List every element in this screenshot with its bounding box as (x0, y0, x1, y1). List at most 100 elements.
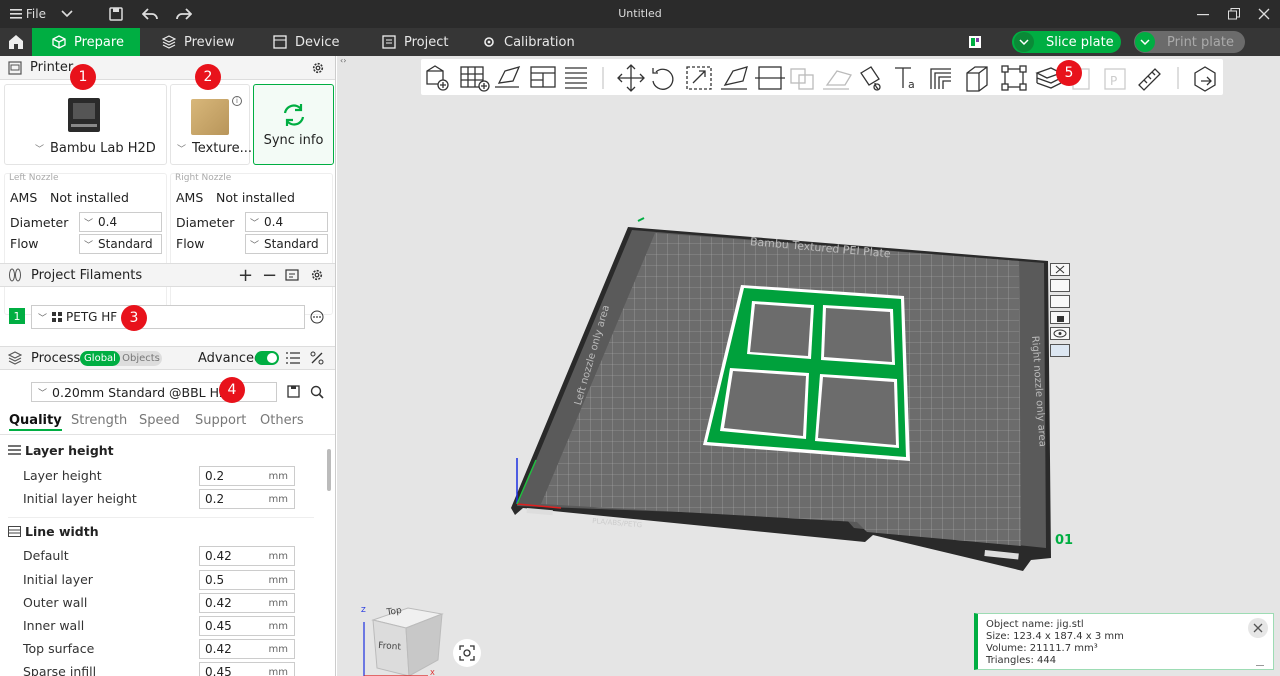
tab-support[interactable]: Support (195, 413, 246, 428)
plate-delete-icon[interactable] (1050, 263, 1070, 276)
left-diameter-label: Diameter (10, 215, 69, 230)
param-input-sparse-infill[interactable]: 0.45 mm (199, 662, 295, 676)
filament-sync-icon[interactable] (285, 268, 300, 282)
param-input-inner-wall[interactable]: 0.45 mm (199, 616, 295, 636)
tab-prepare-label: Prepare (74, 34, 124, 50)
minimize-button[interactable] (1193, 4, 1213, 24)
filament-spool-icon (9, 268, 21, 282)
filament-index-badge[interactable]: 1 (9, 308, 25, 324)
tab-quality[interactable]: Quality (9, 413, 62, 431)
undo-icon (142, 8, 158, 20)
param-label: Layer height (23, 468, 102, 483)
plate-lock-icon[interactable] (1050, 311, 1070, 324)
global-option[interactable]: Global (80, 350, 120, 366)
list-view-icon[interactable] (286, 352, 300, 364)
chevron-down-icon: ﹀ (250, 240, 260, 251)
view-cube[interactable]: Top Front Z X (351, 576, 461, 676)
save-button[interactable] (106, 4, 126, 24)
search-icon[interactable] (310, 385, 324, 399)
tab-calibration[interactable]: Calibration (462, 28, 582, 56)
slice-dropdown-chevron[interactable] (1014, 32, 1034, 52)
param-label: Initial layer height (23, 491, 137, 506)
printer-settings-gear-icon[interactable] (311, 61, 325, 75)
tab-prepare[interactable]: Prepare (32, 28, 140, 56)
tab-speed[interactable]: Speed (139, 413, 180, 428)
undo-button[interactable] (140, 4, 160, 24)
advanced-toggle[interactable] (255, 351, 279, 365)
params-scrollbar[interactable] (327, 449, 331, 491)
param-input-initial-layer[interactable]: 0.5 mm (199, 570, 295, 590)
tab-strength[interactable]: Strength (71, 413, 127, 428)
plate-visibility-icon[interactable] (1050, 327, 1070, 340)
right-flow-label: Flow (176, 236, 205, 251)
build-plate-scene: Bambu Textured PEI Plate Left nozzle onl… (511, 217, 1073, 571)
filament-settings-gear-icon[interactable] (310, 268, 324, 282)
sync-info-button[interactable]: Sync info (253, 84, 334, 165)
collapse-info-icon[interactable] (1256, 665, 1264, 666)
tab-device[interactable]: Device (253, 28, 353, 56)
left-diameter-select[interactable]: ﹀ 0.4 (79, 212, 162, 232)
3d-viewport[interactable]: ‹› a P 5 Bambu Textured PEI Plate Left n… (337, 56, 1280, 676)
file-dropdown-button[interactable] (58, 4, 76, 24)
filaments-section-title: Project Filaments (31, 267, 143, 283)
objects-option[interactable]: Objects (120, 351, 162, 366)
plate-select-card[interactable]: i ﹀ Texture... (170, 84, 252, 165)
param-input-default[interactable]: 0.42 mm (199, 546, 295, 566)
print-plate-button[interactable]: Print plate (1134, 31, 1245, 53)
save-preset-icon[interactable] (287, 385, 300, 398)
annotation-badge-1: 1 (70, 64, 96, 90)
remove-filament-icon[interactable]: − (262, 265, 277, 286)
right-flow-value: Standard (264, 237, 319, 251)
printer-select-card[interactable]: ﹀ Bambu Lab H2D (4, 84, 167, 165)
tab-calibration-label: Calibration (504, 34, 575, 50)
close-window-button[interactable] (1254, 4, 1274, 24)
left-flow-select[interactable]: ﹀ Standard (79, 234, 162, 254)
param-unit: mm (268, 493, 288, 505)
plate-number: 01 (1055, 533, 1073, 548)
plate-arrange-icon[interactable] (1050, 295, 1070, 308)
close-info-button[interactable] (1248, 618, 1268, 638)
tab-others[interactable]: Others (260, 413, 304, 428)
tab-preview[interactable]: Preview (142, 28, 242, 56)
param-input-outer-wall[interactable]: 0.42 mm (199, 593, 295, 613)
param-input-layer-height[interactable]: 0.2 mm (199, 466, 295, 486)
chevron-down-icon: ﹀ (250, 218, 260, 229)
print-dropdown-chevron[interactable] (1135, 32, 1155, 52)
plate-settings-icon[interactable] (1050, 344, 1070, 357)
menu-button[interactable]: File (10, 4, 46, 24)
advanced-label: Advanced (198, 350, 263, 366)
axis-z-label: Z (361, 606, 366, 614)
slice-plate-button[interactable]: Slice plate (1012, 31, 1121, 53)
tab-device-label: Device (295, 34, 340, 50)
printer-icon (8, 60, 22, 75)
filament-more-icon[interactable] (310, 310, 324, 324)
layer-height-group-title: Layer height (25, 443, 114, 458)
filament-select[interactable]: ﹀ PETG HF (31, 305, 305, 329)
right-diameter-value: 0.4 (264, 215, 284, 229)
param-input-initial-layer-height[interactable]: 0.2 mm (199, 489, 295, 509)
plate-info-icon[interactable]: i (232, 96, 242, 106)
plate-orient-icon[interactable] (1050, 279, 1070, 292)
zoom-to-fit-button[interactable] (453, 639, 481, 667)
multi-device-button[interactable] (968, 35, 982, 49)
chevron-down-icon: ﹀ (35, 145, 45, 155)
restore-button[interactable] (1224, 4, 1244, 24)
param-input-top-surface[interactable]: 0.42 mm (199, 639, 295, 659)
param-value: 0.42 (205, 549, 232, 563)
param-value: 0.42 (205, 596, 232, 610)
tab-project[interactable]: Project (362, 28, 462, 56)
axis-x-label: X (430, 669, 435, 676)
cube-front-label: Front (378, 641, 402, 653)
add-filament-icon[interactable]: + (238, 265, 253, 286)
compare-percent-icon[interactable] (310, 351, 324, 365)
redo-button[interactable] (174, 4, 194, 24)
filaments-section-header: Project Filaments + − (0, 263, 335, 287)
chevron-down-icon (61, 10, 73, 18)
printer-name: Bambu Lab H2D (50, 141, 156, 156)
right-flow-select[interactable]: ﹀ Standard (245, 234, 328, 254)
chevron-down-icon: ﹀ (38, 313, 48, 324)
right-diameter-select[interactable]: ﹀ 0.4 (245, 212, 328, 232)
home-button[interactable] (0, 28, 32, 56)
left-flow-label: Flow (10, 236, 39, 251)
global-objects-toggle[interactable]: Global Objects (80, 350, 162, 366)
